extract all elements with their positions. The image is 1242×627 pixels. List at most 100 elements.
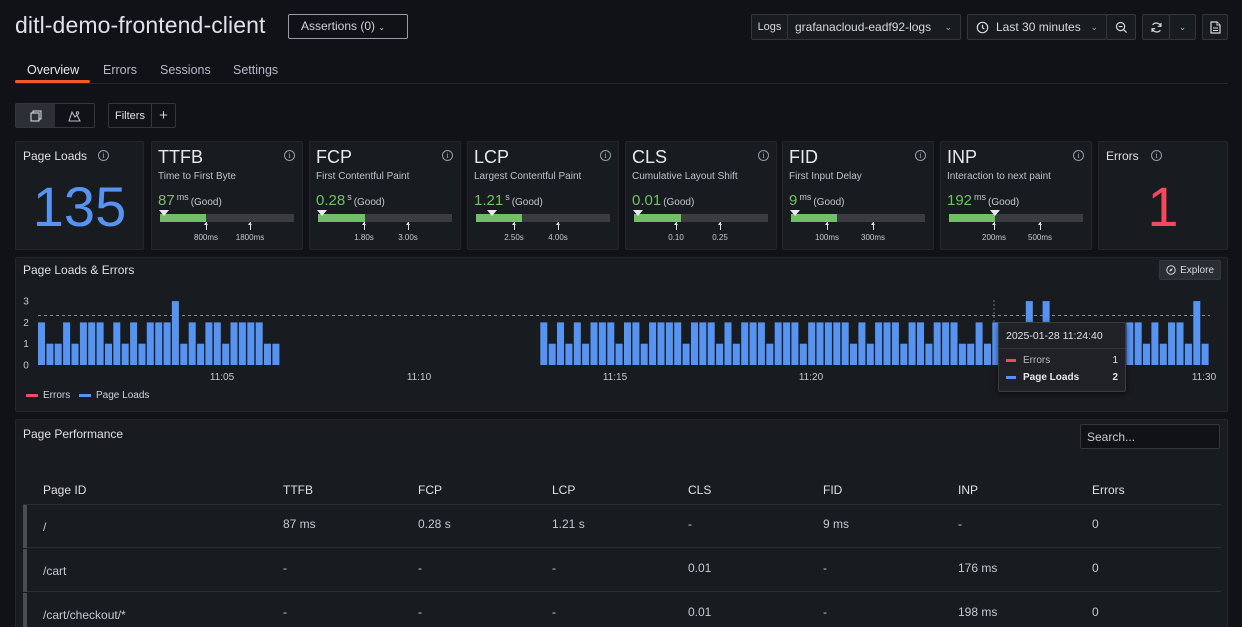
table-cell: - — [418, 561, 422, 575]
tab-sessions[interactable]: Sessions — [160, 63, 211, 77]
metric-full-name: First Contentful Paint — [316, 171, 410, 182]
chevron-down-icon: ⌄ — [378, 23, 386, 32]
info-icon[interactable]: i — [915, 150, 926, 161]
filters-label: Filters — [108, 103, 152, 128]
info-icon[interactable]: i — [1073, 150, 1084, 161]
map-icon — [68, 110, 81, 122]
table-cell: - — [688, 517, 692, 531]
errors-stat-panel: Errors i 1 — [1098, 141, 1228, 250]
logs-label: Logs — [751, 14, 788, 40]
metric-gauge — [318, 214, 452, 222]
info-icon[interactable]: i — [600, 150, 611, 161]
page-loads-bar — [197, 343, 205, 365]
column-header-lcp[interactable]: LCP — [552, 483, 575, 497]
assertions-button[interactable]: Assertions (0) ⌄ — [288, 14, 408, 39]
page-loads-bar — [540, 322, 548, 365]
x-tick-label: 11:10 — [407, 372, 432, 383]
page-loads-bar — [749, 322, 757, 365]
metric-unit: ms — [799, 192, 812, 202]
info-icon[interactable]: i — [1151, 150, 1162, 161]
threshold-tick — [362, 222, 366, 230]
page-loads-bar — [640, 343, 648, 365]
page-loads-bar — [925, 343, 933, 365]
page-loads-bar — [665, 322, 673, 365]
page-loads-bar — [590, 322, 598, 365]
tooltip-label: Errors — [1023, 355, 1051, 366]
info-icon[interactable]: i — [98, 150, 109, 161]
page-loads-bar — [255, 322, 263, 365]
column-header-cls[interactable]: CLS — [688, 483, 711, 497]
metric-marker — [317, 210, 327, 216]
info-icon[interactable]: i — [442, 150, 453, 161]
column-header-page-id[interactable]: Page ID — [43, 483, 86, 497]
column-header-errors[interactable]: Errors — [1092, 483, 1125, 497]
tab-settings[interactable]: Settings — [233, 63, 278, 77]
metric-gauge — [160, 214, 294, 222]
table-row[interactable]: /cart - - - 0.01 - 176 ms 0 — [23, 549, 1221, 592]
page-loads-bar — [548, 343, 556, 365]
refresh-button[interactable] — [1142, 14, 1170, 40]
threshold-tick — [992, 222, 996, 230]
page-loads-bar — [841, 322, 849, 365]
page-loads-bar — [858, 322, 866, 365]
table-row[interactable]: / 87 ms 0.28 s 1.21 s - 9 ms - 0 — [23, 505, 1221, 548]
table-row[interactable]: /cart/checkout/* - - - 0.01 - 198 ms 0 — [23, 593, 1221, 627]
add-filter-button[interactable]: + — [151, 103, 176, 128]
page-loads-bar — [238, 322, 246, 365]
grid-view-button[interactable] — [16, 104, 55, 127]
logs-datasource-select[interactable]: grafanacloud-eadf92-logs ⌄ — [787, 14, 961, 40]
time-range-label: Last 30 minutes — [996, 20, 1081, 34]
column-header-ttfb[interactable]: TTFB — [283, 483, 313, 497]
info-icon[interactable]: i — [284, 150, 295, 161]
refresh-interval-button[interactable]: ⌄ — [1169, 14, 1196, 40]
tab-errors[interactable]: Errors — [103, 63, 137, 77]
x-tick-label: 11:30 — [1192, 372, 1217, 383]
page-loads-bar — [155, 322, 163, 365]
metric-marker — [990, 210, 1000, 216]
legend-item-errors[interactable]: Errors — [26, 390, 70, 401]
table-cell: 0.28 s — [418, 517, 451, 531]
zoom-out-button[interactable] — [1106, 14, 1136, 40]
legend-item-page-loads[interactable]: Page Loads — [79, 390, 149, 401]
page-loads-bar — [975, 322, 983, 365]
page-loads-bar — [71, 343, 79, 365]
threshold-label: 800ms — [193, 233, 219, 242]
metric-value: 87 — [158, 192, 175, 209]
table-cell: - — [823, 605, 827, 619]
map-view-button[interactable] — [55, 104, 94, 127]
share-button[interactable] — [1202, 14, 1228, 40]
info-icon[interactable]: i — [758, 150, 769, 161]
metric-gauge-fill — [476, 214, 522, 222]
page-loads-bar — [180, 343, 188, 365]
tabs-divider — [15, 83, 1228, 84]
threshold-tick — [674, 222, 678, 230]
metric-panel-cls: CLS i Cumulative Layout Shift 0.01 (Good)… — [625, 141, 777, 250]
column-header-fcp[interactable]: FCP — [418, 483, 442, 497]
column-header-inp[interactable]: INP — [958, 483, 978, 497]
page-loads-bar — [908, 322, 916, 365]
legend-label: Page Loads — [96, 390, 150, 401]
page-loads-bar — [138, 343, 146, 365]
metric-marker — [159, 210, 169, 216]
chevron-down-icon: ⌄ — [1090, 21, 1098, 32]
metric-marker — [487, 210, 497, 216]
table-cell: 87 ms — [283, 517, 316, 531]
metric-panel-fcp: FCP i First Contentful Paint 0.28 s (Good)… — [309, 141, 461, 250]
page-loads-bar — [866, 343, 874, 365]
page-loads-bar — [88, 322, 96, 365]
threshold-label: 300ms — [860, 233, 886, 242]
page-loads-stat-panel: Page Loads i 135 — [15, 141, 144, 250]
metric-rating: (Good) — [813, 197, 845, 208]
tab-overview[interactable]: Overview — [27, 63, 79, 77]
metric-value: 0.28 — [316, 192, 346, 209]
legend-swatch — [26, 394, 38, 397]
search-input[interactable] — [1080, 424, 1220, 449]
table-cell: 0 — [1092, 605, 1099, 619]
metric-gauge — [949, 214, 1083, 222]
metric-marker — [633, 210, 643, 216]
time-range-picker[interactable]: Last 30 minutes ⌄ — [967, 14, 1107, 40]
column-header-fid[interactable]: FID — [823, 483, 842, 497]
page-loads-bar — [891, 322, 899, 365]
metric-value: 9 — [789, 192, 798, 209]
threshold-label: 4.00s — [548, 233, 568, 242]
